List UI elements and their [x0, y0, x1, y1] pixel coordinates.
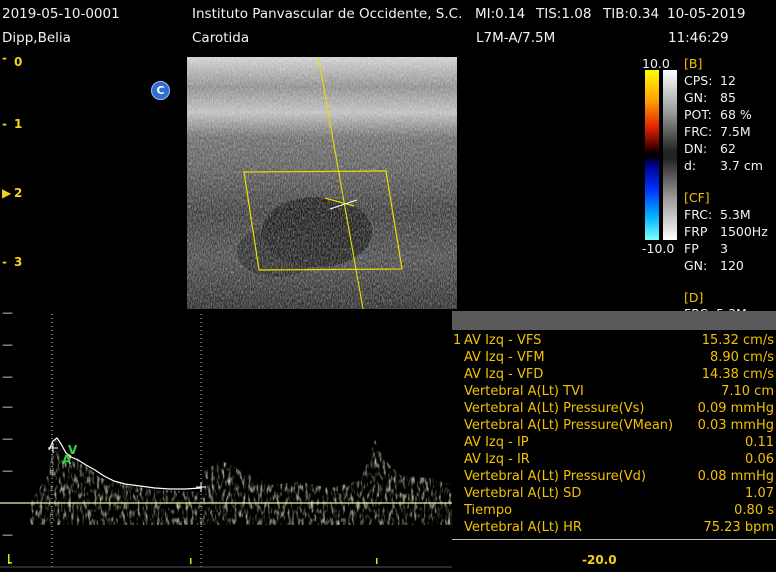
measurement-label: AV Izq - VFD — [464, 367, 544, 382]
measurements-header-bar — [452, 311, 776, 330]
measurement-value: 0.80 s — [734, 503, 774, 518]
cf-param-label: FRC: — [684, 207, 713, 222]
svg-text:—: — — [2, 432, 13, 445]
svg-text:—: — — [2, 310, 13, 319]
tis-index: TIS:1.08 — [536, 6, 592, 22]
measurement-value: 0.06 — [745, 452, 774, 467]
probe-label: L7M-A/7.5M — [476, 30, 556, 46]
svg-text:—: — — [2, 370, 13, 383]
measurement-label: Vertebral A(Lt) HR — [464, 520, 582, 535]
svg-text:—: — — [2, 400, 13, 413]
measurement-value: 8.90 cm/s — [709, 350, 774, 365]
measurement-label: Tiempo — [464, 503, 513, 518]
b-param-value: 12 — [720, 73, 736, 88]
b-param-label: d: — [684, 158, 697, 173]
measurement-value: 14.38 cm/s — [701, 367, 774, 382]
color-mode-marker[interactable]: C — [151, 81, 170, 100]
measurement-label: Vertebral A(Lt) Pressure(Vs) — [464, 401, 645, 416]
measurement-label: Vertebral A(Lt) Pressure(Vd) — [464, 469, 646, 484]
measurement-label: Vertebral A(Lt) SD — [464, 486, 582, 501]
measurement-value: 0.09 mmHg — [697, 401, 774, 416]
patient-name: Dipp,Belia — [2, 30, 71, 46]
measurement-value: 1.07 — [745, 486, 774, 501]
exam-date: 10-05-2019 — [667, 6, 746, 22]
cf-param-value: 5.3M — [720, 207, 751, 222]
institution-name: Instituto Panvascular de Occidente, S.C. — [192, 6, 463, 22]
b-param-label: POT: — [684, 107, 712, 122]
svg-text:—: — — [2, 338, 13, 351]
tib-index: TIB:0.34 — [603, 6, 660, 22]
measurement-label: AV Izq - IR — [464, 452, 530, 467]
cf-param-value: 3 — [720, 241, 728, 256]
cf-param-value: 1500Hz — [720, 224, 768, 239]
cf-params-title: [CF] — [684, 190, 710, 205]
gray-scale-bar — [663, 70, 677, 240]
cf-param-label: FRP — [684, 224, 708, 239]
measurement-value: 0.03 mmHg — [697, 418, 774, 433]
b-param-label: CPS: — [684, 73, 713, 88]
depth-tick-1: 1 — [14, 117, 23, 131]
b-param-value: 62 — [720, 141, 736, 156]
b-param-label: GN: — [684, 90, 708, 105]
cf-param-label: FP — [684, 241, 699, 256]
patient-id: 2019-05-10-0001 — [2, 6, 120, 22]
spectral-doppler-trace[interactable]: — — — — — — — — [0, 306, 562, 568]
depth-focus-marker[interactable]: ▶ — [2, 186, 11, 200]
cf-param-label: GN: — [684, 258, 708, 273]
b-mode-image[interactable] — [187, 57, 457, 309]
exam-time: 11:46:29 — [668, 30, 729, 46]
b-param-label: FRC: — [684, 124, 713, 139]
svg-text:—: — — [2, 464, 13, 477]
cursor-label-a: A — [62, 453, 72, 467]
measurement-label: AV Izq - VFS — [464, 333, 542, 348]
measurement-index: 1 — [453, 333, 462, 348]
mi-index: MI:0.14 — [475, 6, 526, 22]
b-params-title: [B] — [684, 56, 703, 71]
measurement-value: 0.08 mmHg — [697, 469, 774, 484]
measurement-label: AV Izq - IP — [464, 435, 529, 450]
depth-tick-2: 2 — [14, 186, 23, 200]
b-param-value: 68 % — [720, 107, 752, 122]
measurement-value: 7.10 cm — [721, 384, 774, 399]
measurement-value: 75.23 bpm — [703, 520, 774, 535]
measurement-value: 0.11 — [745, 435, 774, 450]
svg-text:—: — — [2, 528, 13, 541]
color-scale-min: -10.0 — [642, 241, 675, 256]
measurement-value: 15.32 cm/s — [701, 333, 774, 348]
depth-tick-3: 3 — [14, 255, 23, 269]
velocity-scale-min: -20.0 — [582, 553, 617, 567]
d-params-title: [D] — [684, 290, 704, 305]
depth-tick-0: 0 — [14, 55, 23, 69]
exam-type: Carotida — [192, 30, 250, 46]
b-param-label: DN: — [684, 141, 708, 156]
cf-param-value: 120 — [720, 258, 744, 273]
measurement-label: AV Izq - VFM — [464, 350, 545, 365]
color-scale-max: 10.0 — [642, 56, 670, 71]
b-param-value: 85 — [720, 90, 736, 105]
measurement-label: Vertebral A(Lt) TVI — [464, 384, 584, 399]
b-param-value: 7.5M — [720, 124, 751, 139]
b-param-value: 3.7 cm — [720, 158, 763, 173]
color-velocity-bar — [645, 70, 659, 240]
measurements-divider — [452, 539, 776, 540]
